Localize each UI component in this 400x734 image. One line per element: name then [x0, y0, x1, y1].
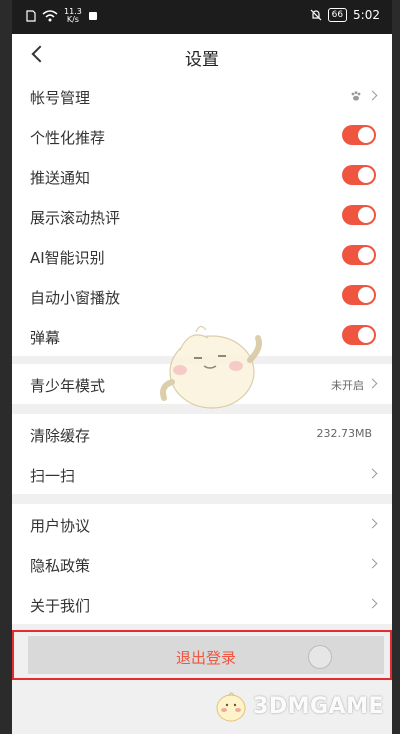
status-right: 66 5:02 [310, 8, 380, 22]
toggle-label: 展示滚动热评 [30, 209, 121, 227]
watermark-chick-icon [216, 692, 246, 722]
toggle-label: 个性化推荐 [30, 129, 106, 147]
personalized-recommendation-toggle[interactable] [342, 125, 376, 145]
clear-cache-row[interactable]: 清除缓存 232.73MB [12, 414, 392, 454]
battery-level: 66 [327, 8, 348, 22]
toggle-label: AI智能识别 [30, 249, 105, 267]
chevron-right-icon [367, 468, 378, 479]
notification-icon [88, 12, 97, 20]
paw-icon [351, 91, 361, 101]
settings-screen: 11.3 K/s 66 5:02 设置 帐号管理 个性化推荐 推送通知 展示滚动… [12, 0, 392, 734]
user-agreement-row[interactable]: 用户协议 [12, 504, 392, 544]
chevron-right-icon [367, 518, 378, 529]
wifi-icon [42, 10, 58, 22]
toggle-label: 自动小窗播放 [30, 289, 121, 307]
clear-cache-label: 清除缓存 [30, 427, 91, 445]
account-management-label: 帐号管理 [30, 89, 91, 107]
about-us-label: 关于我们 [30, 597, 91, 615]
push-notification-toggle[interactable] [342, 165, 376, 185]
toggle-row-hot-comments: 展示滚动热评 [12, 196, 392, 236]
chevron-right-icon [367, 378, 378, 389]
ai-recognition-toggle[interactable] [342, 245, 376, 265]
status-bar: 11.3 K/s 66 5:02 [12, 0, 392, 34]
scrolling-hot-comments-toggle[interactable] [342, 205, 376, 225]
toggle-knob [358, 127, 374, 143]
toggle-label: 弹幕 [30, 329, 61, 347]
toggle-knob [358, 287, 374, 303]
sim-icon [26, 10, 36, 22]
auto-mini-window-toggle[interactable] [342, 285, 376, 305]
user-agreement-label: 用户协议 [30, 517, 91, 535]
settings-section-tools: 清除缓存 232.73MB 扫一扫 [12, 414, 392, 494]
logout-highlight: 退出登录 [12, 630, 392, 680]
chevron-right-icon [367, 598, 378, 609]
toggle-knob [358, 207, 374, 223]
scan-row[interactable]: 扫一扫 [12, 454, 392, 494]
cache-size-value: 232.73MB [316, 427, 372, 440]
privacy-policy-label: 隐私政策 [30, 557, 91, 575]
network-speed: 11.3 K/s [64, 8, 82, 24]
toggle-row-mini-window: 自动小窗播放 [12, 276, 392, 316]
page-title: 设置 [185, 50, 219, 70]
danmaku-toggle[interactable] [342, 325, 376, 345]
youth-mode-label: 青少年模式 [30, 377, 106, 395]
nav-bar: 设置 [12, 34, 392, 76]
status-time: 5:02 [353, 8, 380, 22]
settings-section-legal: 用户协议 隐私政策 关于我们 [12, 504, 392, 624]
toggle-row-push: 推送通知 [12, 156, 392, 196]
status-left: 11.3 K/s [26, 8, 98, 24]
watermark-text: 3DMGAME [253, 693, 384, 719]
toggle-label: 推送通知 [30, 169, 91, 187]
watermark: 3DMGAME [213, 688, 384, 724]
toggle-row-ai: AI智能识别 [12, 236, 392, 276]
youth-mode-value: 未开启 [331, 379, 364, 392]
toggle-knob [358, 327, 374, 343]
scan-label: 扫一扫 [30, 467, 76, 485]
mute-bell-icon [310, 9, 322, 21]
toggle-knob [358, 167, 374, 183]
chevron-right-icon [367, 558, 378, 569]
toggle-row-personalized: 个性化推荐 [12, 116, 392, 156]
about-us-row[interactable]: 关于我们 [12, 584, 392, 624]
privacy-policy-row[interactable]: 隐私政策 [12, 544, 392, 584]
network-speed-unit: K/s [66, 15, 79, 24]
mascot-chick-icon [160, 325, 262, 409]
settings-section-main: 帐号管理 个性化推荐 推送通知 展示滚动热评 AI智能识别 自动小窗播放 弹幕 [12, 76, 392, 356]
touch-indicator-icon [308, 645, 332, 669]
toggle-knob [358, 247, 374, 263]
logout-button[interactable]: 退出登录 [28, 636, 384, 674]
chevron-right-icon [367, 90, 378, 101]
account-management-row[interactable]: 帐号管理 [12, 76, 392, 116]
